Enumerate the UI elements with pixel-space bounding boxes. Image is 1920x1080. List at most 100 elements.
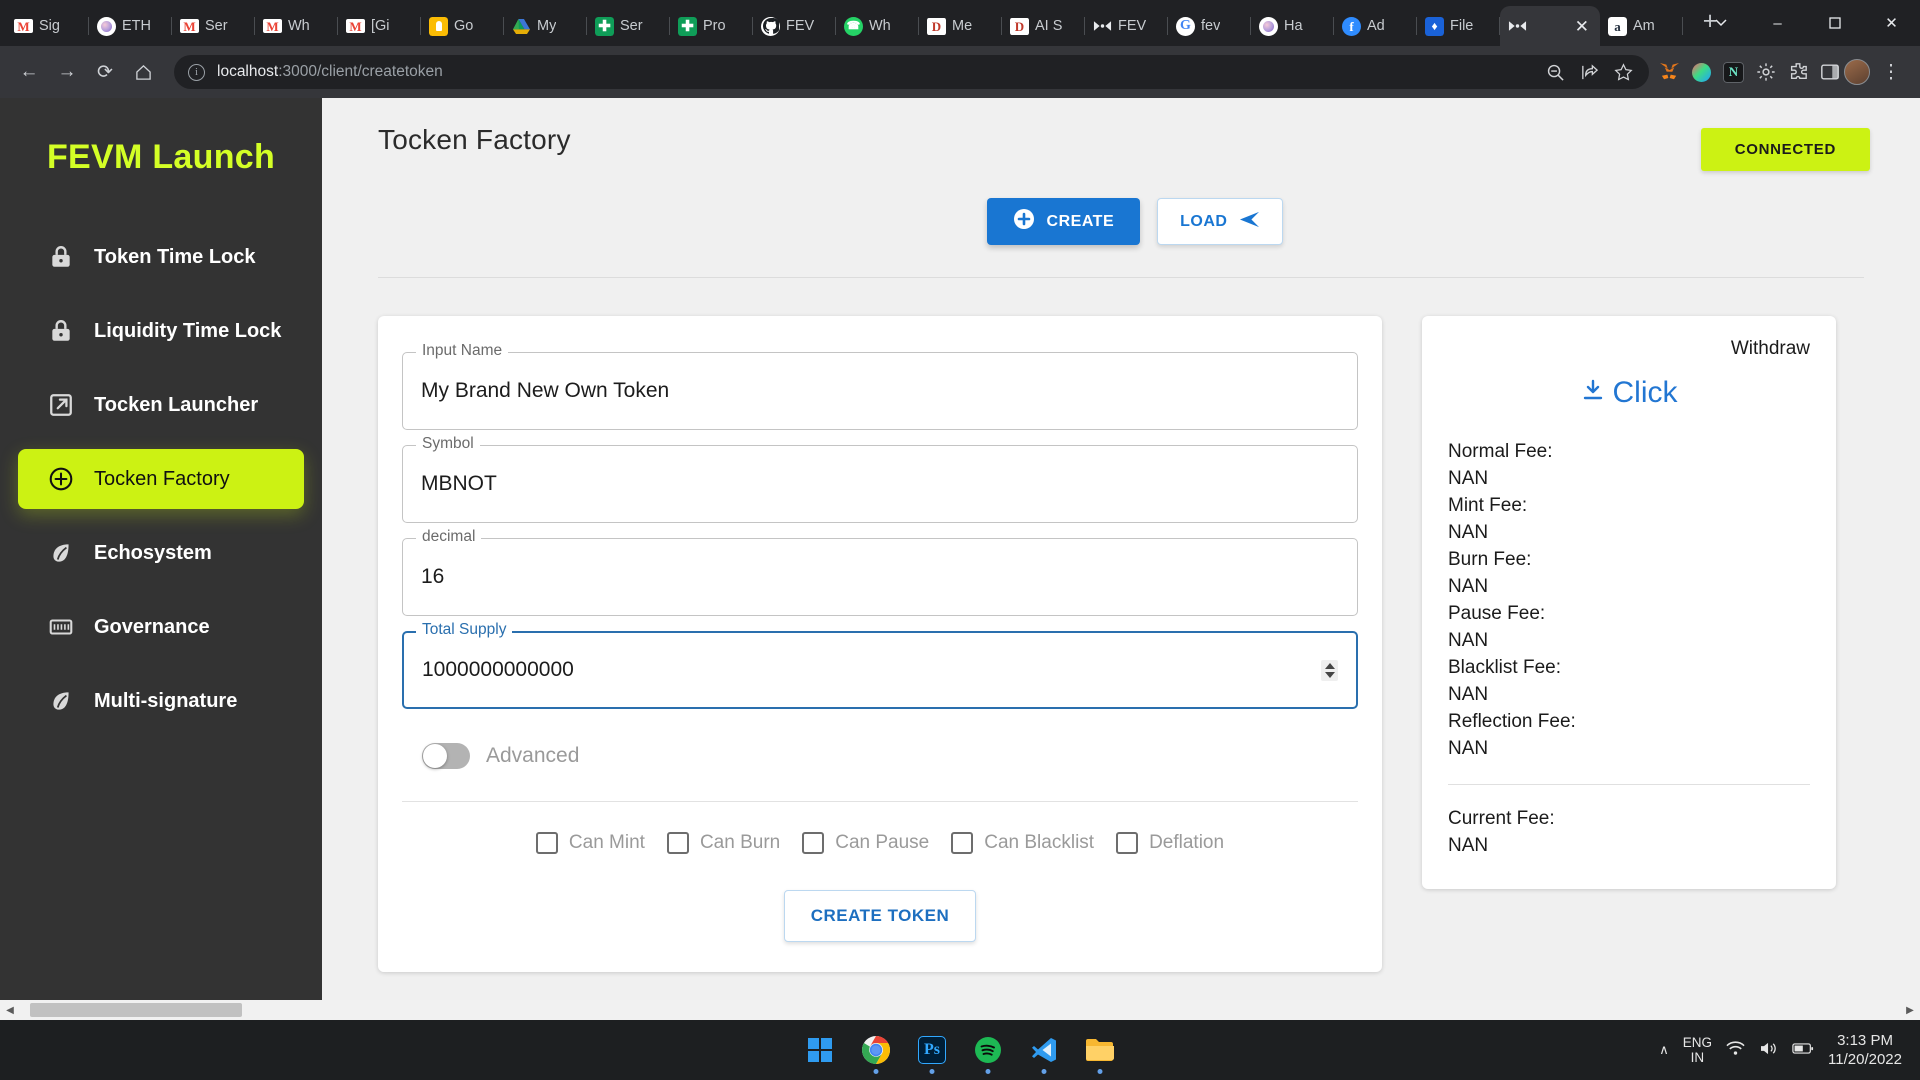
field-input[interactable]: 16 [402,538,1358,616]
browser-tab[interactable]: My [504,6,587,46]
browser-tab[interactable]: M Ser [172,6,255,46]
connected-status-badge[interactable]: CONNECTED [1700,128,1870,171]
browser-tab[interactable]: ♦ File [1417,6,1500,46]
browser-tab[interactable]: M Sig [6,6,89,46]
share-icon[interactable] [1577,60,1601,84]
browser-tab[interactable]: ✚ Ser [587,6,670,46]
sidebar-item-echosystem[interactable]: Echosystem [18,523,304,583]
back-button[interactable]: ← [12,55,46,89]
forward-button[interactable]: → [50,55,84,89]
field-input[interactable]: MBNOT [402,445,1358,523]
sidebar-item-token-time-lock[interactable]: Token Time Lock [18,227,304,287]
browser-tab[interactable]: ✚ Pro [670,6,753,46]
spotify-icon[interactable] [971,1033,1005,1067]
advanced-toggle-switch[interactable] [422,743,470,769]
bookmark-star-icon[interactable] [1611,60,1635,84]
sidebar-item-label: Echosystem [94,541,212,564]
home-button[interactable] [126,55,160,89]
checkbox-box[interactable] [1116,832,1139,854]
browser-tab[interactable]: Gfev [1168,6,1251,46]
stepper-down-icon[interactable] [1324,671,1335,678]
browser-tab[interactable]: f Ad [1334,6,1417,46]
browser-tab[interactable]: ☎ Wh [836,6,919,46]
whatsapp-icon: ☎ [844,16,863,36]
address-bar[interactable]: i localhost:3000/client/createtoken [174,55,1649,89]
checkbox-box[interactable] [666,832,689,854]
browser-tab[interactable]: M Wh [255,6,338,46]
load-button[interactable]: LOAD [1157,198,1284,245]
photoshop-icon[interactable]: Ps [915,1033,949,1067]
checkbox-can-blacklist[interactable]: Can Blacklist [951,832,1094,854]
sidepanel-icon[interactable] [1819,62,1840,83]
browser-tab[interactable]: D AI S [1002,6,1085,46]
checkbox-label: Deflation [1149,832,1225,853]
field-input[interactable]: My Brand New Own Token [402,352,1358,430]
number-stepper[interactable] [1321,659,1338,681]
site-info-icon[interactable]: i [188,63,205,81]
browser-tab[interactable]: ETH [89,6,172,46]
tab-label: Ad [1367,18,1385,34]
close-tab-button[interactable]: ✕ [1572,18,1592,35]
checkbox-can-pause[interactable]: Can Pause [802,832,929,854]
scroll-right-arrow[interactable]: ▶ [1900,1005,1920,1016]
sidebar-item-tocken-factory[interactable]: Tocken Factory [18,449,304,509]
profile-avatar[interactable] [1844,59,1870,85]
scroll-left-arrow[interactable]: ◀ [0,1005,20,1016]
chrome-icon[interactable] [859,1033,893,1067]
file-explorer-icon[interactable] [1083,1033,1117,1067]
zoom-out-icon[interactable] [1543,60,1567,84]
colorpicker-extension-icon[interactable] [1691,62,1712,83]
windows-start-icon[interactable] [803,1033,837,1067]
browser-tab[interactable]: a Am [1600,6,1683,46]
create-token-button[interactable]: CREATE TOKEN [783,890,977,942]
chrome-menu-button[interactable]: ⋮ [1874,55,1908,89]
create-button[interactable]: CREATE [986,198,1141,245]
checkbox-box[interactable] [802,832,825,854]
form-field-input-name: Input Name My Brand New Own Token [402,342,1358,430]
checkbox-deflation[interactable]: Deflation [1116,832,1224,854]
send-icon [1239,209,1260,235]
browser-tab[interactable]: FEV [753,6,836,46]
vscode-icon[interactable] [1027,1033,1061,1067]
current-fee-value: NAN [1448,835,1489,856]
maximize-button[interactable] [1806,0,1863,46]
sidebar-item-governance[interactable]: Governance [18,597,304,657]
gmail-icon: M [263,17,282,36]
notion-extension-icon[interactable]: N [1723,61,1744,83]
checkbox-box[interactable] [951,832,974,854]
scrollbar-track[interactable] [20,1000,1900,1020]
sidebar-item-tocken-launcher[interactable]: Tocken Launcher [18,375,304,435]
checkbox-box[interactable] [535,832,558,854]
horizontal-scrollbar[interactable]: ◀ ▶ [0,1000,1920,1020]
browser-tab[interactable]: ✕ [1500,6,1600,46]
checkbox-can-burn[interactable]: Can Burn [666,832,780,854]
browser-tab[interactable]: FEV [1085,6,1168,46]
tab-search-button[interactable] [1692,0,1749,46]
metamask-extension-icon[interactable] [1659,62,1680,83]
field-input[interactable]: 1000000000000 [402,631,1358,709]
advanced-toggle-label: Advanced [486,744,580,767]
withdraw-click-link[interactable]: Click [1448,376,1810,410]
browser-tab[interactable]: Go [421,6,504,46]
checkbox-label: Can Blacklist [984,832,1095,853]
page-title: Tocken Factory [378,124,571,155]
reload-button[interactable]: ⟳ [88,55,122,89]
sheets-icon: ✚ [678,16,697,36]
sidebar-item-label: Tocken Launcher [94,393,259,416]
checkbox-can-mint[interactable]: Can Mint [535,832,645,854]
close-window-button[interactable]: ✕ [1863,0,1920,46]
minimize-button[interactable]: – [1749,0,1806,46]
gear-extension-icon[interactable] [1755,62,1776,83]
browser-tab[interactable]: Ha [1251,6,1334,46]
bowtie-icon [1093,17,1112,36]
browser-tab[interactable]: M [Gi [338,6,421,46]
puzzle-extensions-icon[interactable] [1787,62,1808,83]
stepper-up-icon[interactable] [1324,662,1335,669]
browser-tab[interactable]: D Me [919,6,1002,46]
advanced-toggle-row[interactable]: Advanced [422,743,1358,769]
tab-label: FEV [1118,18,1147,34]
sidebar-item-label: Tocken Factory [94,467,230,490]
sidebar-item-multi-signature[interactable]: Multi-signature [18,671,304,731]
sidebar-item-liquidity-time-lock[interactable]: Liquidity Time Lock [18,301,304,361]
scrollbar-thumb[interactable] [30,1003,242,1017]
